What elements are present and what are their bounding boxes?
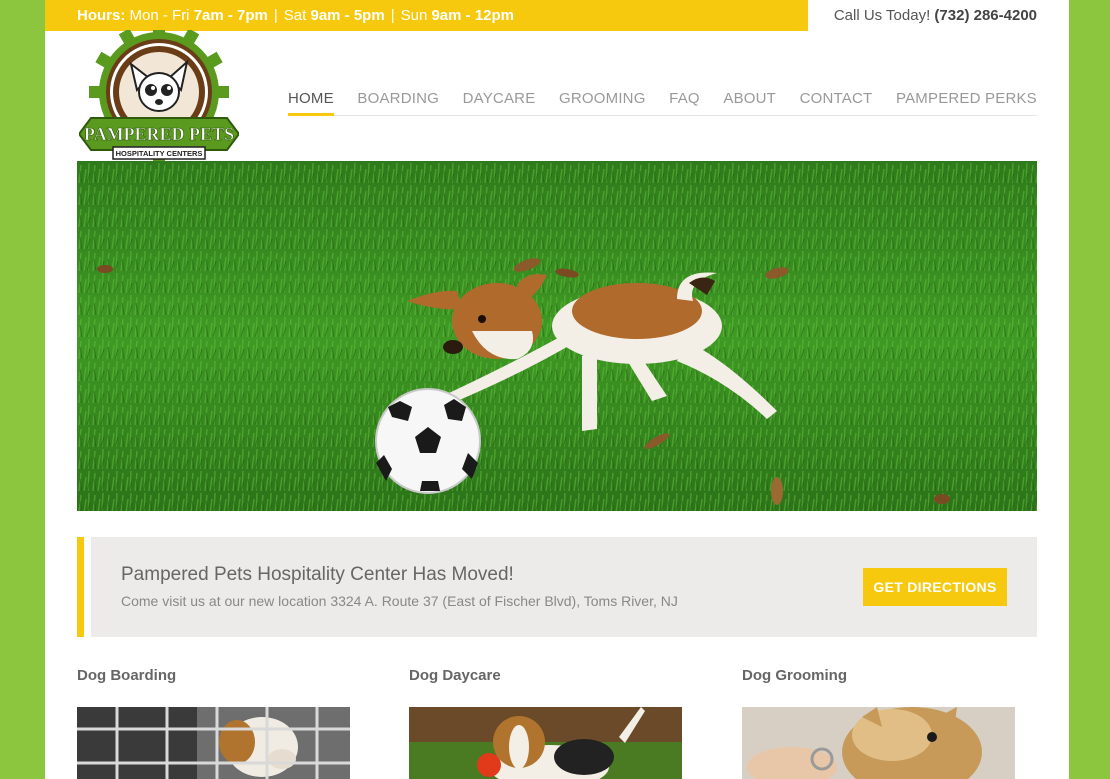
announcement-subtitle: Come visit us at our new location 3324 A… [121, 593, 678, 609]
logo-wordmark: PAMPERED PETS [84, 124, 234, 144]
nav-home[interactable]: HOME [288, 88, 334, 116]
nav-daycare[interactable]: DAYCARE [463, 88, 536, 115]
site-logo[interactable]: PAMPERED PETS HOSPITALITY CENTERS [77, 22, 241, 162]
phone-number[interactable]: (732) 286-4200 [934, 7, 1037, 24]
logo-tagline: HOSPITALITY CENTERS [116, 149, 203, 158]
main-nav: HOME BOARDING DAYCARE GROOMING FAQ ABOUT… [288, 88, 1037, 116]
saturday-label: Sat [283, 7, 307, 24]
service-dog-boarding[interactable]: Dog Boarding [77, 667, 350, 779]
hours-separator: | [390, 7, 395, 24]
announcement-accent-bar [77, 537, 84, 637]
weekday-label: Mon - Fri [129, 7, 190, 24]
call-us: Call Us Today! (732) 286-4200 [834, 7, 1037, 24]
soccer-ball-icon [375, 388, 481, 494]
sunday-label: Sun [400, 7, 428, 24]
service-title[interactable]: Dog Grooming [742, 667, 1015, 684]
logo-chihuahua-icon: PAMPERED PETS HOSPITALITY CENTERS [77, 22, 241, 162]
get-directions-button[interactable]: GET DIRECTIONS [863, 568, 1007, 606]
service-thumbnail[interactable] [77, 707, 350, 779]
saturday-hours: 9am - 5pm [310, 7, 385, 24]
nav-pampered-perks[interactable]: PAMPERED PERKS [896, 88, 1037, 115]
hours-bar: Hours: Mon - Fri 7am - 7pm | Sat 9am - 5… [45, 0, 808, 31]
call-label: Call Us Today! [833, 7, 931, 24]
service-dog-grooming[interactable]: Dog Grooming [742, 667, 1015, 779]
hours-separator: | [273, 7, 278, 24]
service-title[interactable]: Dog Daycare [409, 667, 682, 684]
nav-contact[interactable]: CONTACT [800, 88, 873, 115]
weekday-hours: 7am - 7pm [193, 7, 268, 24]
sunday-hours: 9am - 12pm [431, 7, 515, 24]
announcement-title: Pampered Pets Hospitality Center Has Mov… [121, 564, 514, 585]
service-dog-daycare[interactable]: Dog Daycare [409, 667, 682, 779]
nav-grooming[interactable]: GROOMING [559, 88, 646, 115]
service-title[interactable]: Dog Boarding [77, 667, 350, 684]
hours-label: Hours: [77, 7, 126, 24]
service-thumbnail[interactable] [409, 707, 682, 779]
service-thumbnail[interactable] [742, 707, 1015, 779]
announcement-box: Pampered Pets Hospitality Center Has Mov… [91, 537, 1037, 637]
nav-about[interactable]: ABOUT [723, 88, 776, 115]
nav-faq[interactable]: FAQ [669, 88, 700, 115]
moved-announcement: Pampered Pets Hospitality Center Has Mov… [77, 537, 1037, 637]
hero-image [77, 161, 1037, 511]
nav-boarding[interactable]: BOARDING [357, 88, 439, 115]
page-container: Hours: Mon - Fri 7am - 7pm | Sat 9am - 5… [45, 0, 1069, 779]
